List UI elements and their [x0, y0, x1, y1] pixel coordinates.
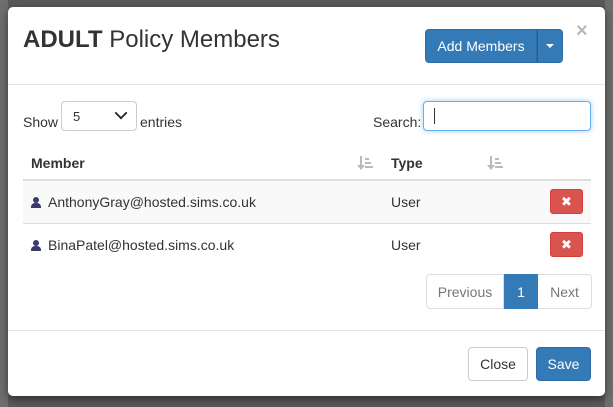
entries-select[interactable]: 5	[61, 101, 137, 131]
text-cursor	[434, 108, 435, 124]
user-icon	[31, 196, 41, 208]
column-header-actions	[513, 146, 591, 181]
table-row: BinaPatel@hosted.sims.co.uk User ✖	[23, 222, 591, 266]
close-icon[interactable]: ×	[576, 21, 588, 41]
pagination: Previous 1 Next	[426, 274, 592, 309]
modal-header: ADULT Policy Members Add Members ×	[8, 7, 605, 85]
search-input[interactable]	[423, 101, 591, 131]
show-label: Show	[23, 114, 59, 130]
search-label: Search:	[373, 114, 422, 130]
actions-cell: ✖	[513, 222, 591, 266]
policy-name: ADULT	[23, 26, 103, 53]
add-members-dropdown-toggle[interactable]	[537, 29, 563, 63]
title-text: Policy Members	[109, 26, 280, 53]
remove-member-button[interactable]: ✖	[550, 232, 583, 258]
page-number-button[interactable]: 1	[504, 274, 538, 309]
column-header-type[interactable]: Type	[383, 146, 513, 181]
backdrop-right	[605, 0, 613, 407]
remove-member-button[interactable]: ✖	[550, 189, 583, 215]
policy-members-modal: ADULT Policy Members Add Members × Show …	[8, 7, 605, 396]
add-members-button[interactable]: Add Members	[425, 29, 537, 63]
entries-label: entries	[140, 114, 183, 130]
table-header-row: Member Type	[23, 146, 591, 181]
actions-cell: ✖	[513, 179, 591, 223]
chevron-down-icon	[114, 106, 128, 120]
add-members-split-button: Add Members	[425, 29, 563, 63]
times-icon: ✖	[561, 236, 572, 252]
backdrop-left	[0, 0, 8, 407]
modal-title: ADULT Policy Members	[23, 26, 280, 54]
previous-page-button[interactable]: Previous	[426, 274, 504, 309]
member-cell: AnthonyGray@hosted.sims.co.uk	[23, 179, 383, 223]
table-row: AnthonyGray@hosted.sims.co.uk User ✖	[23, 179, 591, 223]
sort-icon	[487, 156, 503, 170]
type-cell: User	[383, 222, 513, 266]
member-email: AnthonyGray@hosted.sims.co.uk	[48, 193, 256, 210]
times-icon: ✖	[561, 193, 572, 209]
type-cell: User	[383, 179, 513, 223]
next-page-button[interactable]: Next	[538, 274, 592, 309]
user-icon	[31, 239, 41, 251]
modal-footer: Close Save	[8, 330, 605, 396]
column-header-member[interactable]: Member	[23, 146, 383, 181]
sort-icon	[357, 156, 373, 170]
save-button[interactable]: Save	[536, 347, 591, 381]
members-table: Member Type AnthonyGray@hosted.sims.co.u…	[23, 146, 591, 266]
entries-value: 5	[73, 108, 81, 124]
close-button[interactable]: Close	[468, 347, 528, 381]
member-email: BinaPatel@hosted.sims.co.uk	[48, 236, 235, 253]
caret-down-icon	[546, 44, 554, 48]
member-cell: BinaPatel@hosted.sims.co.uk	[23, 222, 383, 266]
